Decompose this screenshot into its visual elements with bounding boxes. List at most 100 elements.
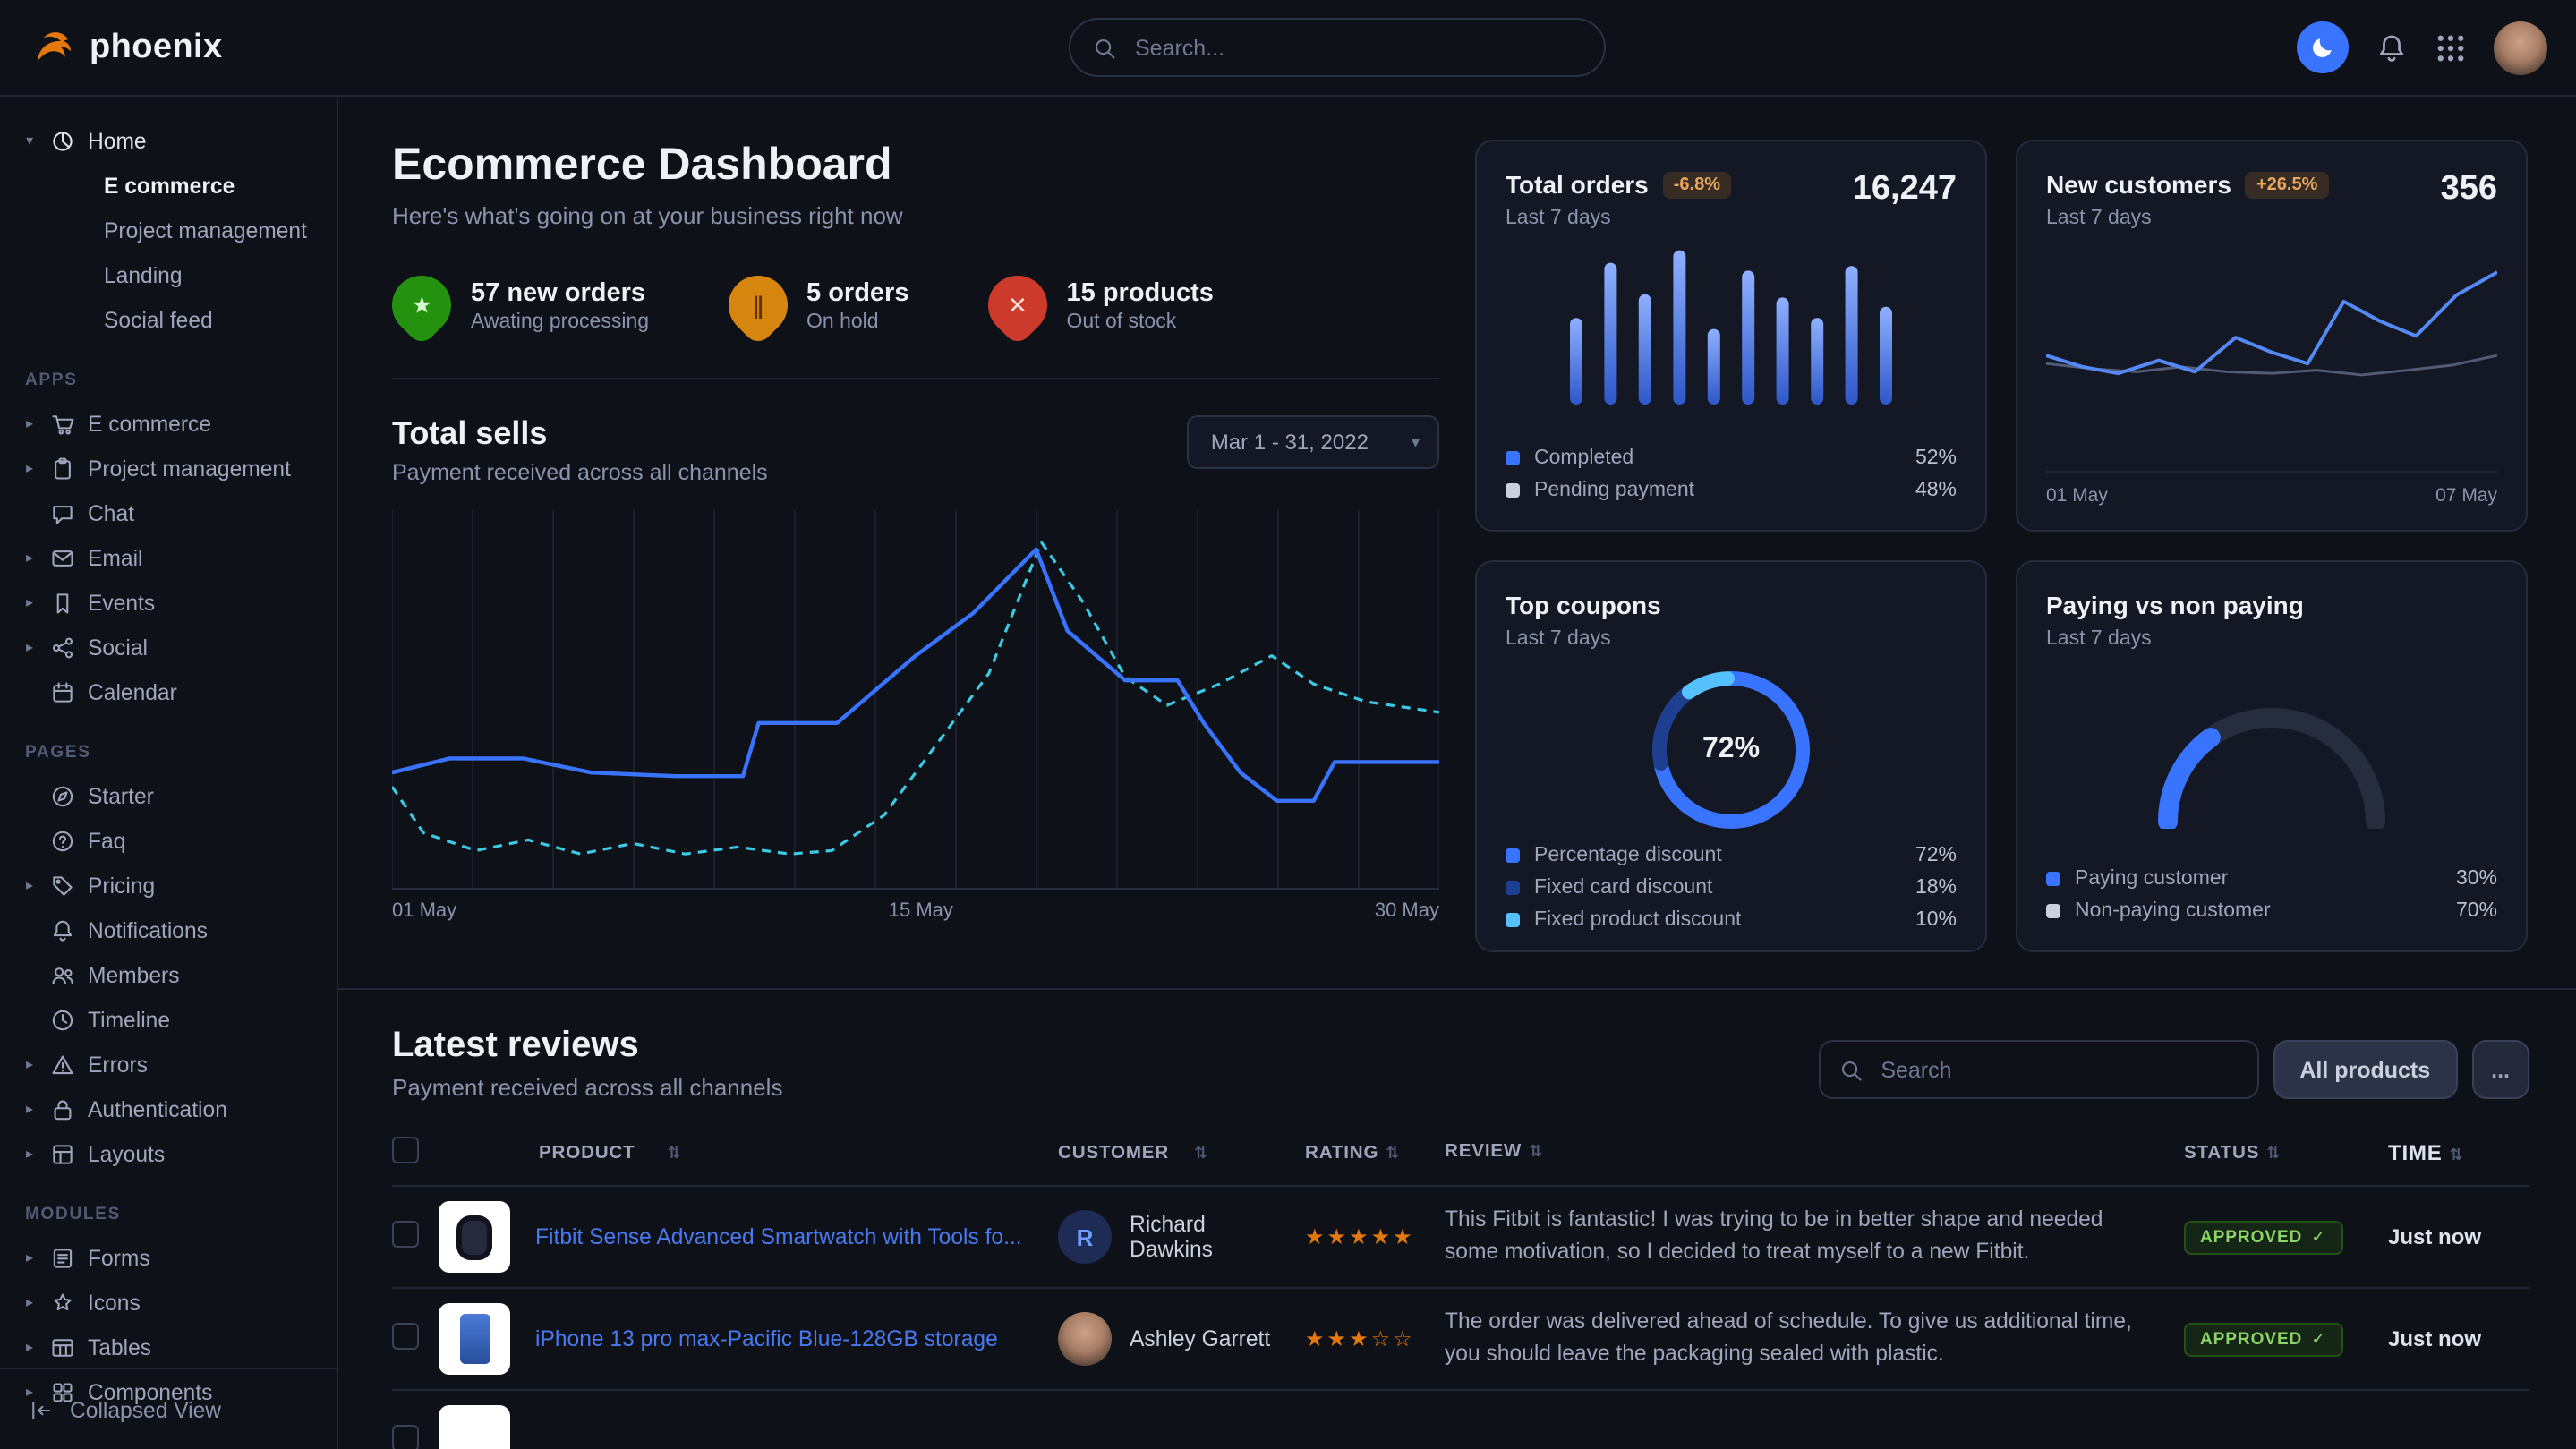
column-header-product: PRODUCT⇅ — [439, 1143, 1058, 1163]
sidebar-subitem-project-management[interactable]: Project management — [21, 208, 322, 252]
table-header: PRODUCT⇅CUSTOMER⇅RATING⇅REVIEW⇅STATUS⇅TI… — [392, 1137, 2529, 1185]
reviews-title: Latest reviews — [392, 1026, 782, 1067]
sidebar-item-authentication[interactable]: ▸Authentication — [21, 1087, 322, 1131]
sort-icon[interactable]: ⇅ — [668, 1143, 682, 1163]
stat-out-of-stock: ✕15 productsOut of stock — [988, 276, 1214, 335]
global-search[interactable] — [1069, 18, 1606, 77]
status-label: APPROVED — [2200, 1227, 2302, 1247]
product-link[interactable]: iPhone 13 pro max-Pacific Blue-128GB sto… — [535, 1326, 998, 1351]
reviews-search[interactable] — [1818, 1040, 2258, 1099]
new-customers-value: 356 — [2441, 170, 2497, 209]
sidebar-item-label: Email — [88, 545, 143, 570]
tag-icon — [50, 873, 75, 898]
sidebar-item-events[interactable]: ▸Events — [21, 580, 322, 625]
sort-icon[interactable]: ⇅ — [2450, 1146, 2464, 1163]
row-checkbox[interactable] — [392, 1323, 419, 1350]
sidebar-item-layouts[interactable]: ▸Layouts — [21, 1131, 322, 1176]
sort-icon[interactable]: ⇅ — [1386, 1143, 1400, 1161]
sidebar-item-label: Social — [88, 635, 148, 660]
sidebar-item-errors[interactable]: ▸Errors — [21, 1042, 322, 1087]
global-search-input[interactable] — [1131, 33, 1582, 62]
sidebar-item-label: E commerce — [88, 411, 211, 436]
more-options-button[interactable]: ... — [2471, 1040, 2529, 1099]
stat-desc: On hold — [806, 311, 908, 332]
user-avatar[interactable] — [2494, 21, 2547, 74]
sidebar-item-home[interactable]: ▾Home — [21, 118, 322, 163]
sidebar-item-label: Forms — [88, 1245, 150, 1270]
column-label: STATUS — [2184, 1143, 2259, 1163]
x-tick: 07 May — [2435, 485, 2497, 507]
sidebar-item-notifications[interactable]: Notifications — [21, 908, 322, 952]
bell-icon — [50, 917, 75, 942]
brand-logo[interactable]: phoenix — [29, 24, 223, 71]
trend-badge: -6.8% — [1663, 171, 1731, 198]
sort-icon[interactable]: ⇅ — [1194, 1143, 1208, 1163]
sidebar-item-forms[interactable]: ▸Forms — [21, 1235, 322, 1280]
notifications-button[interactable] — [2376, 31, 2408, 64]
sort-icon[interactable]: ⇅ — [2266, 1143, 2281, 1161]
pause-blob-icon: ∥ — [715, 263, 798, 346]
sidebar-subitem-label: Project management — [104, 217, 307, 243]
moon-icon — [2309, 34, 2336, 61]
card-title: New customers — [2046, 170, 2231, 199]
column-header-status: STATUS ⇅ — [2184, 1143, 2388, 1163]
sidebar-item-members[interactable]: Members — [21, 952, 322, 997]
review-time: Just now — [2388, 1326, 2528, 1351]
sidebar-item-social[interactable]: ▸Social — [21, 625, 322, 669]
sidebar-item-project-management[interactable]: ▸Project management — [21, 446, 322, 490]
legend-item-completed: Completed52% — [1506, 442, 1957, 474]
legend-value: 72% — [1915, 845, 1957, 866]
x-tick: 15 May — [889, 900, 953, 922]
legend-swatch — [1506, 483, 1520, 498]
legend-value: 10% — [1915, 909, 1957, 931]
sidebar-subitem-social-feed[interactable]: Social feed — [21, 297, 322, 342]
sidebar-item-pricing[interactable]: ▸Pricing — [21, 863, 322, 908]
star-filled-icon: ★ — [1305, 1326, 1327, 1351]
row-checkbox[interactable] — [392, 1425, 419, 1449]
sidebar-item-tables[interactable]: ▸Tables — [21, 1325, 322, 1369]
trend-badge: +26.5% — [2246, 171, 2328, 198]
total-orders-chart — [1570, 243, 1892, 408]
select-all-checkbox[interactable] — [392, 1137, 419, 1163]
iconset-icon — [50, 1290, 75, 1315]
review-time: Just now — [2388, 1224, 2528, 1249]
apps-grid-button[interactable] — [2435, 31, 2467, 64]
product-link[interactable]: Fitbit Sense Advanced Smartwatch with To… — [535, 1224, 1022, 1249]
layout-icon — [50, 1141, 75, 1166]
sidebar-subitem-landing[interactable]: Landing — [21, 252, 322, 297]
star-empty-icon: ☆ — [1371, 1326, 1394, 1351]
total-orders-legend: Completed52%Pending payment48% — [1506, 442, 1957, 507]
app-root: phoenix ▾HomeE commerceProject managemen… — [0, 0, 2576, 1449]
card-period: Last 7 days — [1506, 208, 1731, 229]
sidebar-item-icons[interactable]: ▸Icons — [21, 1280, 322, 1325]
legend-label: Fixed card discount — [1534, 877, 1712, 899]
phoenix-logo-icon — [29, 24, 75, 71]
sidebar-item-timeline[interactable]: Timeline — [21, 997, 322, 1042]
star-filled-icon: ★ — [1349, 1326, 1371, 1351]
caret-icon: ▸ — [21, 1101, 38, 1117]
legend-swatch — [1506, 913, 1520, 927]
date-range-picker[interactable]: Mar 1 - 31, 2022 ▾ — [1188, 415, 1439, 469]
sort-icon[interactable]: ⇅ — [1529, 1141, 1543, 1159]
sidebar-subitem-label: Landing — [104, 262, 183, 287]
search-icon — [1838, 1057, 1863, 1082]
sidebar-item-e-commerce[interactable]: ▸ E commerce — [21, 401, 322, 446]
caret-icon: ▾ — [21, 132, 38, 149]
new-customers-x-axis: 01 May 07 May — [2046, 471, 2497, 507]
sidebar-subitem-e-commerce[interactable]: E commerce — [21, 163, 322, 208]
collapse-sidebar-button[interactable]: Collapsed View — [0, 1368, 337, 1449]
x-blob-icon: ✕ — [976, 263, 1059, 346]
sidebar-item-faq[interactable]: Faq — [21, 818, 322, 863]
all-products-button[interactable]: All products — [2273, 1040, 2457, 1099]
legend-swatch — [1506, 881, 1520, 895]
sidebar-item-calendar[interactable]: Calendar — [21, 669, 322, 714]
theme-toggle-button[interactable] — [2297, 21, 2349, 73]
column-header-review: REVIEW⇅ — [1445, 1139, 2184, 1166]
row-checkbox[interactable] — [392, 1221, 419, 1248]
reviews-search-input[interactable] — [1877, 1055, 2239, 1084]
sidebar-item-starter[interactable]: Starter — [21, 773, 322, 818]
sidebar-item-email[interactable]: ▸Email — [21, 535, 322, 580]
caret-icon: ▸ — [21, 415, 38, 431]
star-filled-icon: ★ — [1393, 1224, 1415, 1249]
sidebar-item-chat[interactable]: Chat — [21, 490, 322, 535]
